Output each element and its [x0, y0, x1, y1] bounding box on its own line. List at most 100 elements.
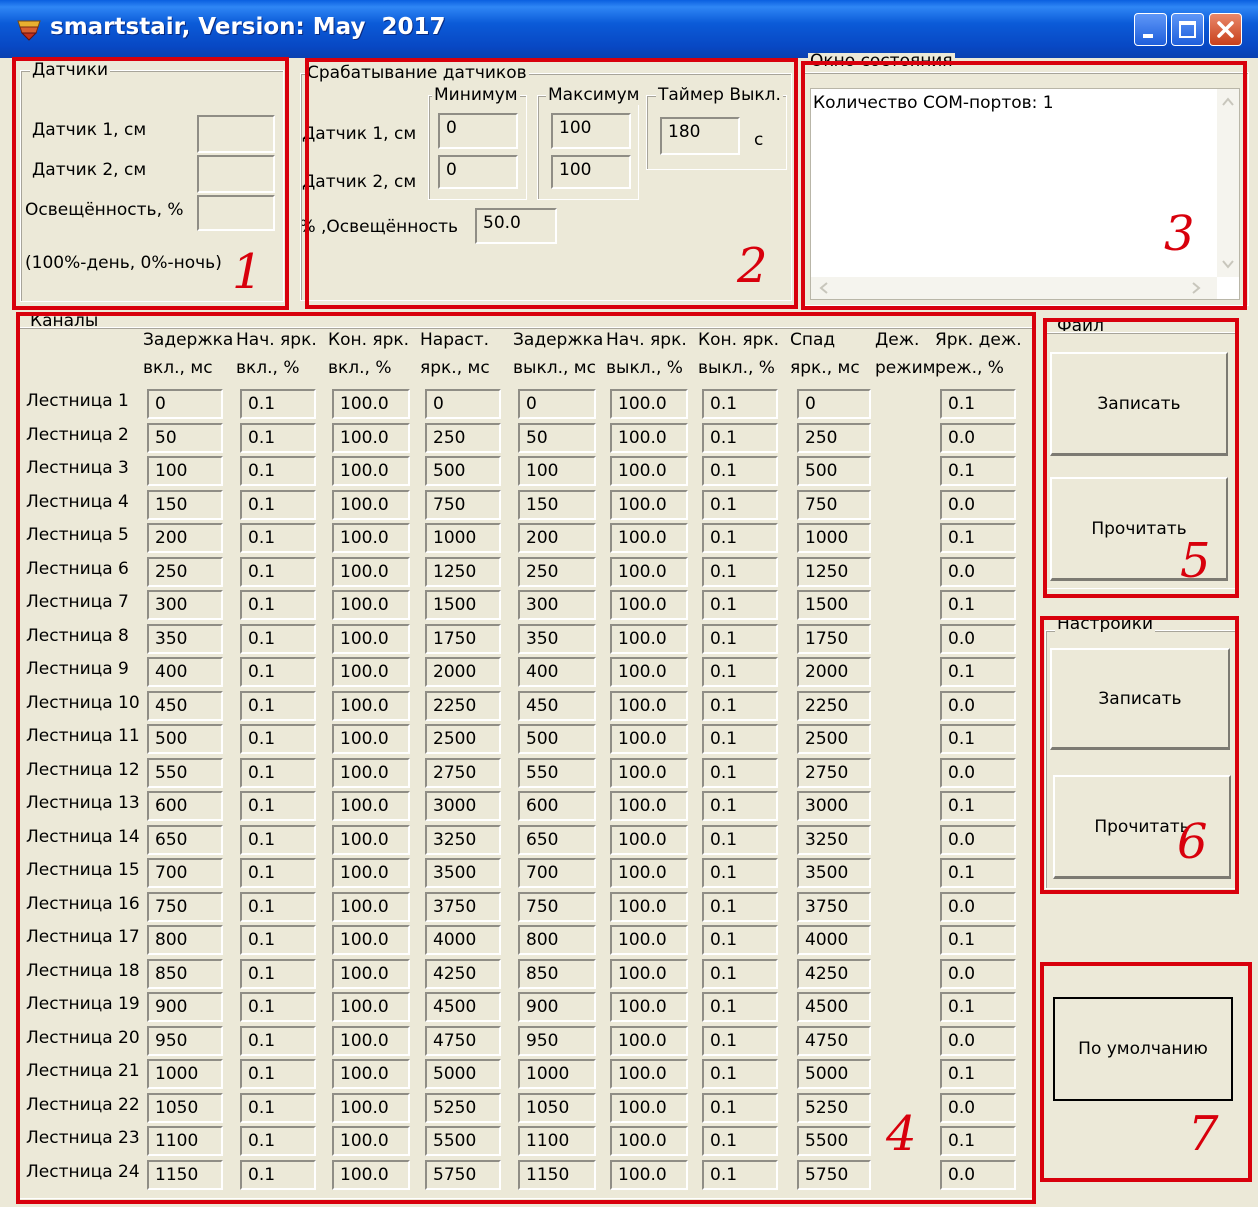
- channel-cell[interactable]: 100.0: [332, 891, 410, 922]
- channel-cell[interactable]: 3500: [425, 858, 501, 888]
- channel-cell[interactable]: 100.0: [610, 456, 688, 486]
- channel-cell[interactable]: 0.0: [940, 690, 1016, 721]
- channel-cell[interactable]: 0.1: [702, 623, 778, 654]
- channel-cell[interactable]: 0.1: [702, 1092, 778, 1123]
- channel-cell[interactable]: 2250: [797, 690, 871, 721]
- channel-cell[interactable]: 1150: [147, 1159, 223, 1190]
- channel-cell[interactable]: 0.1: [240, 623, 316, 654]
- channel-cell[interactable]: 0.1: [940, 992, 1016, 1022]
- channel-cell[interactable]: 100.0: [610, 724, 688, 754]
- channel-cell[interactable]: 100.0: [332, 456, 410, 486]
- channel-cell[interactable]: 0.1: [240, 690, 316, 721]
- channel-cell[interactable]: 2500: [797, 724, 871, 754]
- channel-cell[interactable]: 1000: [147, 1059, 223, 1089]
- channel-cell[interactable]: 100.0: [332, 1059, 410, 1089]
- channel-cell[interactable]: 4500: [797, 992, 871, 1022]
- channel-cell[interactable]: 3250: [797, 824, 871, 855]
- channel-cell[interactable]: 100.0: [332, 690, 410, 721]
- channel-cell[interactable]: 0.1: [240, 1092, 316, 1123]
- channel-cell[interactable]: 1250: [797, 556, 871, 587]
- channel-cell[interactable]: 100.0: [610, 389, 688, 419]
- channel-cell[interactable]: 100.0: [610, 824, 688, 855]
- channel-cell[interactable]: 100.0: [610, 657, 688, 687]
- channel-cell[interactable]: 750: [797, 489, 871, 520]
- channel-cell[interactable]: 100.0: [610, 958, 688, 989]
- channel-cell[interactable]: 100.0: [610, 1092, 688, 1123]
- channel-cell[interactable]: 0.1: [940, 724, 1016, 754]
- channel-cell[interactable]: 100: [147, 456, 223, 486]
- channel-cell[interactable]: 5750: [797, 1159, 871, 1190]
- channel-cell[interactable]: 100.0: [610, 556, 688, 587]
- channel-cell[interactable]: 100.0: [610, 523, 688, 553]
- channel-cell[interactable]: 0.1: [702, 858, 778, 888]
- channel-cell[interactable]: 750: [518, 891, 596, 922]
- channel-cell[interactable]: 0.1: [702, 992, 778, 1022]
- channel-cell[interactable]: 100.0: [332, 824, 410, 855]
- channel-cell[interactable]: 1500: [797, 590, 871, 620]
- channel-cell[interactable]: 100.0: [332, 958, 410, 989]
- channel-cell[interactable]: 250: [797, 422, 871, 453]
- channel-cell[interactable]: 0.1: [240, 422, 316, 453]
- channel-cell[interactable]: 850: [147, 958, 223, 989]
- channel-cell[interactable]: 5750: [425, 1159, 501, 1190]
- channel-cell[interactable]: 0.1: [702, 1059, 778, 1089]
- channel-cell[interactable]: 100.0: [610, 757, 688, 788]
- channel-cell[interactable]: 0.1: [240, 489, 316, 520]
- channel-cell[interactable]: 2000: [425, 657, 501, 687]
- channel-cell[interactable]: 800: [518, 925, 596, 955]
- channel-cell[interactable]: 0.0: [940, 623, 1016, 654]
- scroll-up-icon[interactable]: [1217, 91, 1239, 113]
- channel-cell[interactable]: 0.1: [940, 1059, 1016, 1089]
- channel-cell[interactable]: 0.0: [940, 556, 1016, 587]
- scroll-right-icon[interactable]: [1185, 277, 1207, 299]
- channel-cell[interactable]: 100.0: [332, 1092, 410, 1123]
- channel-cell[interactable]: 0.1: [940, 523, 1016, 553]
- channel-cell[interactable]: 2750: [425, 757, 501, 788]
- channel-cell[interactable]: 2750: [797, 757, 871, 788]
- channel-cell[interactable]: 100.0: [332, 657, 410, 687]
- light-field[interactable]: [197, 195, 275, 231]
- channel-cell[interactable]: 0.0: [940, 1159, 1016, 1190]
- channel-cell[interactable]: 1000: [425, 523, 501, 553]
- channel-cell[interactable]: 5500: [425, 1126, 501, 1156]
- channel-cell[interactable]: 50: [147, 422, 223, 453]
- close-button[interactable]: [1209, 13, 1242, 46]
- channel-cell[interactable]: 0.0: [940, 1092, 1016, 1123]
- sensor1-max-field[interactable]: 100: [551, 113, 631, 149]
- channel-cell[interactable]: 4250: [797, 958, 871, 989]
- channel-cell[interactable]: 300: [147, 590, 223, 620]
- channel-cell[interactable]: 0.0: [940, 958, 1016, 989]
- channel-cell[interactable]: 0.1: [940, 389, 1016, 419]
- channel-cell[interactable]: 5500: [797, 1126, 871, 1156]
- channel-cell[interactable]: 100.0: [610, 925, 688, 955]
- sensor2-min-field[interactable]: 0: [438, 155, 518, 189]
- channel-cell[interactable]: 0.1: [702, 657, 778, 687]
- channel-cell[interactable]: 0.1: [702, 389, 778, 419]
- channel-cell[interactable]: 650: [147, 824, 223, 855]
- channel-cell[interactable]: 0.1: [702, 757, 778, 788]
- scroll-down-icon[interactable]: [1217, 253, 1239, 275]
- channel-cell[interactable]: 100.0: [332, 1025, 410, 1056]
- channel-cell[interactable]: 100.0: [610, 1159, 688, 1190]
- channel-cell[interactable]: 0.1: [702, 1126, 778, 1156]
- channel-cell[interactable]: 0.1: [702, 456, 778, 486]
- channel-cell[interactable]: 0.1: [702, 824, 778, 855]
- channel-cell[interactable]: 0.0: [940, 489, 1016, 520]
- channel-cell[interactable]: 1750: [797, 623, 871, 654]
- channel-cell[interactable]: 350: [518, 623, 596, 654]
- channel-cell[interactable]: 600: [518, 791, 596, 821]
- channel-cell[interactable]: 300: [518, 590, 596, 620]
- channel-cell[interactable]: 0.1: [940, 1126, 1016, 1156]
- channel-cell[interactable]: 4000: [797, 925, 871, 955]
- channel-cell[interactable]: 1000: [518, 1059, 596, 1089]
- channel-cell[interactable]: 100.0: [332, 992, 410, 1022]
- timer-field[interactable]: 180: [660, 117, 740, 155]
- channel-cell[interactable]: 4250: [425, 958, 501, 989]
- channel-cell[interactable]: 0.1: [702, 925, 778, 955]
- channel-cell[interactable]: 200: [147, 523, 223, 553]
- channel-cell[interactable]: 0.1: [240, 1025, 316, 1056]
- channel-cell[interactable]: 4000: [425, 925, 501, 955]
- channel-cell[interactable]: 100.0: [332, 556, 410, 587]
- channel-cell[interactable]: 900: [518, 992, 596, 1022]
- channel-cell[interactable]: 0.1: [240, 590, 316, 620]
